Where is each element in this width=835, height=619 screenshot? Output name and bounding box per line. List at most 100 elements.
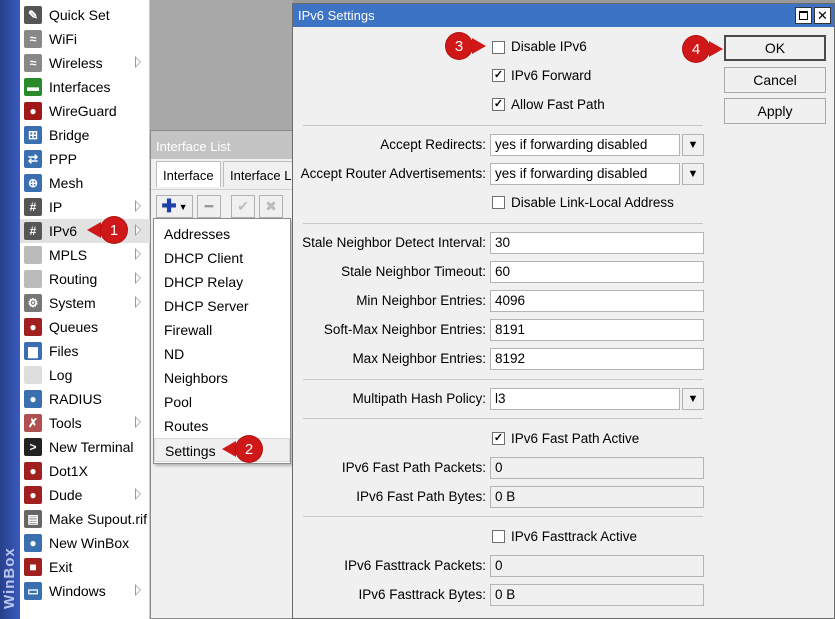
sidebar-item-make-supout-rif[interactable]: ▤ Make Supout.rif: [20, 507, 150, 531]
sidebar-item-label: PPP: [49, 151, 78, 167]
menu-item-dhcp-relay[interactable]: DHCP Relay: [154, 270, 290, 294]
sidebar-item-log[interactable]: Log: [20, 363, 150, 387]
close-icon: ✕: [817, 8, 828, 23]
multipath-select[interactable]: l3: [490, 388, 680, 410]
cross-icon: ✖: [265, 198, 277, 214]
multipath-label: Multipath Hash Policy:: [352, 391, 486, 406]
tools-icon: ✗: [24, 414, 42, 432]
menu-item-pool[interactable]: Pool: [154, 390, 290, 414]
sidebar-item-exit[interactable]: ■ Exit: [20, 555, 150, 579]
menu-item-firewall[interactable]: Firewall: [154, 318, 290, 342]
menu-item-routes[interactable]: Routes: [154, 414, 290, 438]
accept-redirects-dropdown[interactable]: ▼: [682, 134, 704, 156]
menu-item-nd[interactable]: ND: [154, 342, 290, 366]
minus-icon: ━: [204, 198, 214, 214]
allow-fast-path-checkbox[interactable]: ✓: [492, 98, 505, 111]
sidebar-item-queues[interactable]: ● Queues: [20, 315, 150, 339]
menu-item-addresses[interactable]: Addresses: [154, 222, 290, 246]
stale-timeout-input[interactable]: 60: [490, 261, 704, 283]
maximize-button[interactable]: [795, 7, 812, 24]
sidebar-item-dot1x[interactable]: ● Dot1X: [20, 459, 150, 483]
dropdown-arrow-icon: ▼: [687, 168, 699, 180]
sidebar-item-system[interactable]: ⚙ System: [20, 291, 150, 315]
sidebar-item-wifi[interactable]: ≈ WiFi: [20, 27, 150, 51]
disable-button[interactable]: ✖: [259, 195, 283, 218]
tab-interface[interactable]: Interface: [156, 161, 221, 187]
sidebar-item-ip[interactable]: # IP: [20, 195, 150, 219]
sidebar-item-ppp[interactable]: ⇄ PPP: [20, 147, 150, 171]
disable-ipv6-checkbox[interactable]: [492, 41, 505, 54]
stale-detect-label: Stale Neighbor Detect Interval:: [302, 235, 486, 250]
sidebar-item-dude[interactable]: ● Dude: [20, 483, 150, 507]
sidebar-item-ipv6[interactable]: # IPv6: [20, 219, 150, 243]
winbox-icon: ●: [24, 534, 42, 552]
ipv6-forward-checkbox[interactable]: ✓: [492, 69, 505, 82]
log-icon: [24, 366, 42, 384]
ok-button[interactable]: OK: [724, 35, 826, 61]
sidebar-item-label: Routing: [49, 271, 98, 287]
disable-link-local-checkbox[interactable]: [492, 196, 505, 209]
menu-item-neighbors[interactable]: Neighbors: [154, 366, 290, 390]
terminal-icon: >: [24, 438, 42, 456]
sidebar-item-wireguard[interactable]: ● WireGuard: [20, 99, 150, 123]
sidebar-item-wireless[interactable]: ≈ Wireless: [20, 51, 150, 75]
callout-4: 4: [683, 36, 723, 62]
min-entries-label: Min Neighbor Entries:: [356, 293, 486, 308]
sidebar-item-routing[interactable]: Routing: [20, 267, 150, 291]
apply-button[interactable]: Apply: [724, 98, 826, 124]
disable-link-local-label: Disable Link-Local Address: [511, 195, 674, 210]
accept-redirects-select[interactable]: yes if forwarding disabled: [490, 134, 680, 156]
sidebar-item-radius[interactable]: ● RADIUS: [20, 387, 150, 411]
sidebar-item-mpls[interactable]: MPLS: [20, 243, 150, 267]
callout-3: 3: [446, 33, 486, 59]
submenu-arrow-icon: [135, 296, 141, 308]
interface-list-title[interactable]: Interface List: [151, 131, 294, 159]
sidebar-item-mesh[interactable]: ⊕ Mesh: [20, 171, 150, 195]
submenu-arrow-icon: [135, 224, 141, 236]
sidebar-item-new-terminal[interactable]: > New Terminal: [20, 435, 150, 459]
fasttrack-active-checkbox[interactable]: [492, 530, 505, 543]
fasttrack-active-label: IPv6 Fasttrack Active: [511, 529, 638, 544]
max-entries-input[interactable]: 8192: [490, 348, 704, 370]
stale-detect-input[interactable]: 30: [490, 232, 704, 254]
ip-icon: #: [24, 198, 42, 216]
sidebar-item-files[interactable]: ▆ Files: [20, 339, 150, 363]
disable-ipv6-label: Disable IPv6: [511, 39, 587, 54]
min-entries-input[interactable]: 4096: [490, 290, 704, 312]
accept-ra-select[interactable]: yes if forwarding disabled: [490, 163, 680, 185]
close-button[interactable]: ✕: [814, 7, 831, 24]
fast-path-packets-value: 0: [490, 457, 704, 479]
fast-path-active-checkbox[interactable]: ✓: [492, 432, 505, 445]
sidebar-item-label: Windows: [49, 583, 106, 599]
remove-button[interactable]: ━: [197, 195, 221, 218]
sidebar-item-new-winbox[interactable]: ● New WinBox: [20, 531, 150, 555]
dropdown-icon: ▼: [178, 201, 188, 212]
sidebar-item-windows[interactable]: ▭ Windows: [20, 579, 150, 603]
softmax-entries-input[interactable]: 8191: [490, 319, 704, 341]
enable-button[interactable]: ✔: [231, 195, 255, 218]
accept-ra-dropdown[interactable]: ▼: [682, 163, 704, 185]
routing-icon: [24, 270, 42, 288]
dialog-title-bar[interactable]: IPv6 Settings ✕: [293, 4, 834, 27]
multipath-dropdown[interactable]: ▼: [682, 388, 704, 410]
sidebar-item-interfaces[interactable]: ▬ Interfaces: [20, 75, 150, 99]
wireless-icon: ≈: [24, 54, 42, 72]
radius-icon: ●: [24, 390, 42, 408]
dropdown-arrow-icon: ▼: [687, 139, 699, 151]
tab-interface-list[interactable]: Interface Li: [223, 161, 298, 187]
dialog-title: IPv6 Settings: [298, 8, 375, 23]
callout-1: 1: [87, 217, 127, 243]
exit-icon: ■: [24, 558, 42, 576]
sidebar-item-quick-set[interactable]: ✎ Quick Set: [20, 3, 150, 27]
plus-icon: ✚: [161, 196, 177, 216]
queues-icon: ●: [24, 318, 42, 336]
sidebar-item-label: Bridge: [49, 127, 90, 143]
sidebar-item-tools[interactable]: ✗ Tools: [20, 411, 150, 435]
cancel-button[interactable]: Cancel: [724, 67, 826, 93]
fasttrack-packets-label: IPv6 Fasttrack Packets:: [344, 558, 486, 573]
add-button[interactable]: ✚ ▼: [156, 195, 193, 218]
menu-item-dhcp-client[interactable]: DHCP Client: [154, 246, 290, 270]
menu-item-dhcp-server[interactable]: DHCP Server: [154, 294, 290, 318]
sidebar-item-bridge[interactable]: ⊞ Bridge: [20, 123, 150, 147]
sidebar-item-label: IPv6: [49, 223, 78, 239]
